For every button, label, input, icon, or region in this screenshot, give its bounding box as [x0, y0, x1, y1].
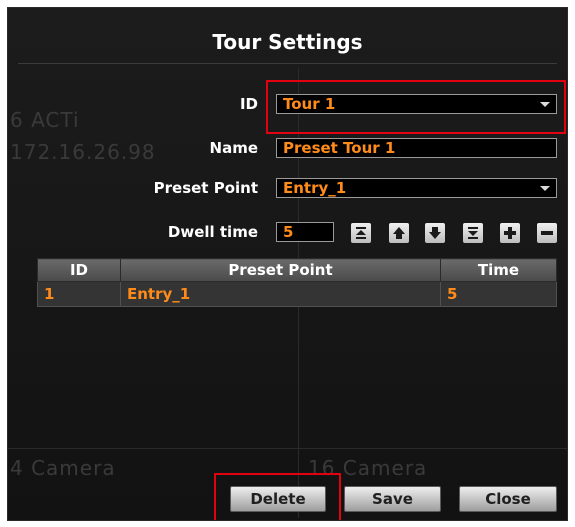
table-row[interactable]: 1 Entry_1 5: [37, 281, 557, 307]
move-down-icon: [429, 227, 441, 239]
table-cell-preset-point: Entry_1: [120, 281, 441, 307]
table-header-row: ID Preset Point Time: [37, 258, 557, 282]
column-header-time[interactable]: Time: [440, 258, 557, 282]
preset-point-select-value: Entry_1: [283, 179, 347, 197]
id-label: ID: [239, 95, 258, 113]
preset-point-label: Preset Point: [153, 179, 258, 197]
name-label: Name: [209, 139, 258, 157]
name-field[interactable]: Preset Tour 1: [276, 138, 557, 158]
save-button[interactable]: Save: [344, 486, 441, 512]
preset-point-select[interactable]: Entry_1: [276, 178, 557, 198]
column-header-preset-point[interactable]: Preset Point: [120, 258, 441, 282]
background-watermark: 4 Camera: [10, 456, 116, 480]
close-button[interactable]: Close: [459, 486, 557, 512]
background-watermark: 172.16.26.98: [10, 140, 156, 164]
move-to-top-button[interactable]: [351, 223, 371, 243]
add-icon: [504, 227, 516, 239]
preset-tour-table: ID Preset Point Time 1 Entry_1 5: [37, 258, 557, 307]
tour-settings-dialog: 6 ACTi 172.16.26.98 4 Camera 16 Camera T…: [7, 7, 568, 521]
table-cell-time: 5: [440, 281, 557, 307]
add-button[interactable]: [500, 223, 520, 243]
id-select-highlight: [266, 80, 566, 134]
dialog-title: Tour Settings: [212, 30, 363, 54]
dwell-time-label: Dwell time: [167, 223, 258, 241]
chevron-down-icon: [540, 186, 550, 191]
move-up-button[interactable]: [389, 223, 409, 243]
background-divider: [8, 448, 567, 449]
title-divider: [18, 63, 557, 64]
move-to-bottom-button[interactable]: [463, 223, 483, 243]
remove-button[interactable]: [537, 223, 557, 243]
column-header-id[interactable]: ID: [37, 258, 121, 282]
background-watermark: 6 ACTi: [10, 108, 80, 132]
dwell-time-input[interactable]: 5: [276, 222, 334, 242]
table-cell-id: 1: [37, 281, 121, 307]
remove-icon: [541, 231, 553, 235]
move-up-icon: [393, 227, 405, 239]
move-to-top-icon: [356, 227, 366, 239]
delete-button-highlight: [214, 473, 341, 520]
move-to-bottom-icon: [468, 227, 478, 239]
move-down-button[interactable]: [425, 223, 445, 243]
